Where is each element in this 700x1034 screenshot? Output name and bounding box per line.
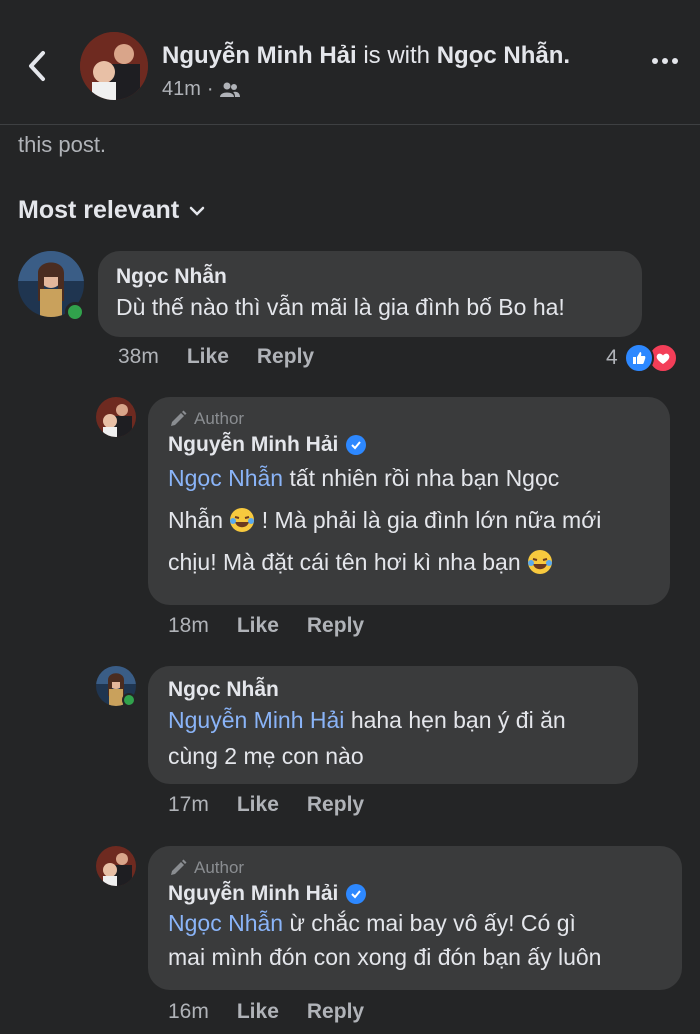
comment-actions: 18m Like Reply: [168, 614, 364, 638]
comment-author-row: Nguyễn Minh Hải: [168, 433, 650, 457]
meta-separator: ·: [206, 78, 214, 100]
sort-label: Most relevant: [18, 196, 180, 224]
comment-author[interactable]: Nguyễn Minh Hải: [168, 882, 338, 906]
mention-link[interactable]: Nguyễn Minh Hải: [168, 707, 344, 733]
reply-button[interactable]: Reply: [307, 614, 364, 638]
reply-button[interactable]: Reply: [257, 345, 314, 369]
comment-author[interactable]: Ngọc Nhẫn: [168, 678, 618, 702]
pencil-icon: [171, 410, 187, 426]
comment-time: 16m: [168, 1000, 209, 1023]
poster-name[interactable]: Nguyễn Minh Hải: [162, 42, 357, 69]
more-options-icon[interactable]: [652, 58, 678, 64]
post-text-tail: this post.: [18, 132, 107, 157]
comment-bubble: Author Nguyễn Minh Hải Ngọc Nhẫn tất nhi…: [148, 397, 670, 605]
author-badge-label: Author: [194, 858, 245, 877]
comment-bubble: Author Nguyễn Minh Hải Ngọc Nhẫn ừ chắc …: [148, 846, 682, 990]
like-button[interactable]: Like: [187, 345, 229, 369]
comment-bubble: Ngọc Nhẫn Nguyễn Minh Hải haha hẹn bạn ý…: [148, 666, 638, 784]
post-header: Nguyễn Minh Hải is with Ngọc Nhẫn. 41m ·: [0, 0, 700, 125]
tagged-name[interactable]: Ngọc Nhẫn.: [437, 42, 570, 69]
comment-actions: 17m Like Reply: [168, 793, 364, 817]
poster-avatar[interactable]: [80, 32, 148, 100]
comment-text: Nguyễn Minh Hải haha hẹn bạn ý đi ăn cùn…: [168, 707, 566, 769]
comment-actions: 16m Like Reply: [168, 1000, 364, 1024]
reply-button[interactable]: Reply: [307, 793, 364, 817]
author-badge: Author: [168, 858, 662, 878]
comment-time: 17m: [168, 793, 209, 816]
commenter-avatar[interactable]: [96, 397, 136, 437]
pencil-icon: [171, 859, 187, 875]
with-text: is with: [363, 42, 431, 69]
author-badge: Author: [168, 409, 650, 429]
comment-text: Dù thế nào thì vẫn mãi là gia đình bố Bo…: [116, 294, 565, 320]
commenter-avatar[interactable]: [96, 846, 136, 886]
reaction-summary[interactable]: 4: [606, 343, 678, 373]
reply-button[interactable]: Reply: [307, 1000, 364, 1024]
laughing-tears-emoji: [229, 507, 261, 533]
comment-text: Ngọc Nhẫn tất nhiên rồi nha bạn Ngọc Nhẫ…: [168, 465, 602, 575]
friends-audience-icon: [219, 82, 240, 97]
comment-author[interactable]: Nguyễn Minh Hải: [168, 433, 338, 457]
like-button[interactable]: Like: [237, 793, 279, 817]
mention-link[interactable]: Ngọc Nhẫn: [168, 465, 283, 491]
post-time: 41m: [162, 78, 201, 100]
reaction-count: 4: [606, 346, 618, 369]
online-status-dot: [65, 302, 85, 322]
comment-author-row: Nguyễn Minh Hải: [168, 882, 662, 906]
comment-text: Ngọc Nhẫn ừ chắc mai bay vô ấy! Có gì ma…: [168, 910, 602, 970]
like-button[interactable]: Like: [237, 1000, 279, 1024]
back-chevron-icon: [29, 51, 45, 81]
comment-author[interactable]: Ngọc Nhẫn: [116, 265, 624, 289]
chevron-down-icon: [189, 206, 205, 216]
online-status-dot: [122, 693, 136, 707]
like-button[interactable]: Like: [237, 614, 279, 638]
mention-link[interactable]: Ngọc Nhẫn: [168, 910, 283, 936]
post-title: Nguyễn Minh Hải is with Ngọc Nhẫn.: [162, 42, 570, 70]
sort-dropdown[interactable]: Most relevant: [18, 196, 205, 225]
verified-badge-icon: [346, 884, 367, 904]
like-reaction-icon: [623, 343, 654, 373]
comment-time: 18m: [168, 614, 209, 637]
comment-time: 38m: [118, 345, 159, 368]
back-button[interactable]: [22, 48, 52, 84]
comment-actions: 38m Like Reply: [118, 345, 314, 369]
comment-bubble: Ngọc Nhẫn Dù thế nào thì vẫn mãi là gia …: [98, 251, 642, 337]
author-badge-label: Author: [194, 409, 245, 428]
laughing-tears-emoji: [527, 549, 553, 575]
verified-badge-icon: [346, 435, 367, 455]
post-meta: 41m ·: [162, 78, 240, 101]
